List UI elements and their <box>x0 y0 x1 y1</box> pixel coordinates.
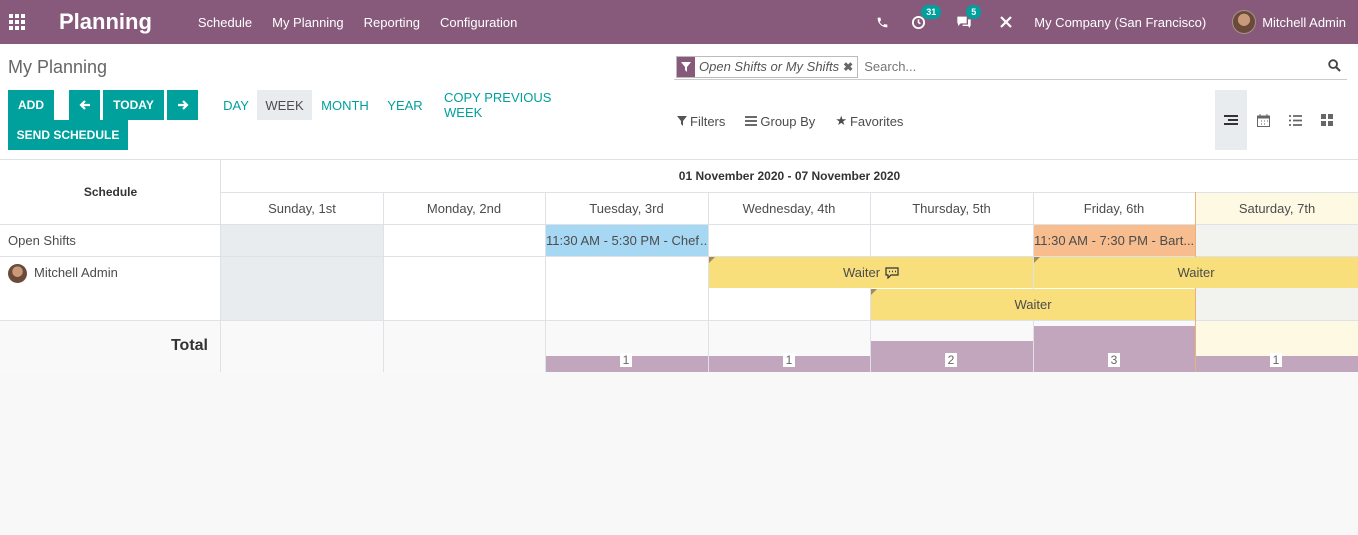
search-bar: Open Shifts or My Shifts ✖ <box>674 54 1347 80</box>
arrow-left-icon <box>78 100 90 110</box>
date-range-header: 01 November 2020 - 07 November 2020 <box>678 169 901 183</box>
company-switcher[interactable]: My Company (San Francisco) <box>1034 15 1206 30</box>
clock-icon[interactable]: 31 <box>911 4 942 30</box>
star-icon: ★ <box>835 113 847 128</box>
day-header: Tuesday, 3rd <box>589 200 664 216</box>
total-label: Total <box>170 337 208 354</box>
scale-week[interactable]: WEEK <box>257 90 312 120</box>
phone-icon[interactable] <box>876 16 889 29</box>
send-schedule-button[interactable]: SEND SCHEDULE <box>8 120 128 150</box>
close-icon[interactable] <box>1000 16 1013 28</box>
bars-icon <box>745 116 758 126</box>
search-options: Filters Group By ★ Favorites <box>677 113 923 129</box>
gantt-view-icon[interactable] <box>1215 90 1247 150</box>
day-header: Monday, 2nd <box>426 200 502 216</box>
next-button[interactable] <box>167 90 198 120</box>
avatar <box>8 264 27 283</box>
comment-icon <box>885 266 899 279</box>
shift-pill-label: Waiter <box>1014 297 1052 312</box>
activity-badge: 31 <box>921 4 942 19</box>
top-navbar: Planning Schedule My Planning Reporting … <box>0 0 1358 44</box>
scale-year[interactable]: YEAR <box>384 90 426 120</box>
day-header: Wednesday, 4th <box>742 200 836 216</box>
group-by-label: Group By <box>760 113 816 129</box>
today-button[interactable]: TODAY <box>103 90 164 120</box>
day-header: Friday, 6th <box>1083 200 1145 216</box>
schedule-header: Schedule <box>83 185 138 199</box>
app-brand[interactable]: Planning <box>59 9 152 35</box>
scale-month[interactable]: MONTH <box>318 90 372 120</box>
chat-icon[interactable]: 5 <box>956 5 982 29</box>
scale-day[interactable]: DAY <box>220 90 252 120</box>
user-menu[interactable]: Mitchell Admin <box>1232 10 1346 34</box>
favorites-label: Favorites <box>849 113 904 129</box>
apps-icon[interactable] <box>0 0 34 44</box>
menu-reporting[interactable]: Reporting <box>364 15 420 30</box>
kanban-view-icon[interactable] <box>1311 90 1343 150</box>
filter-icon <box>677 56 695 77</box>
add-button[interactable]: ADD <box>8 90 54 120</box>
shift-pill-chef[interactable]: 11:30 AM - 5:30 PM - Chef... <box>546 225 708 256</box>
shift-pill-label: Waiter <box>1177 265 1215 280</box>
shift-pill-waiter[interactable]: Waiter <box>709 257 1033 288</box>
total-count: 1 <box>620 353 632 367</box>
list-view-icon[interactable] <box>1279 90 1311 150</box>
day-header: Saturday, 7th <box>1238 200 1316 216</box>
shift-pill-label: 11:30 AM - 5:30 PM - Chef <box>546 233 699 248</box>
favorites-toggle[interactable]: ★ Favorites <box>835 113 903 129</box>
shift-pill-waiter[interactable]: Waiter <box>871 289 1195 320</box>
total-count: 1 <box>783 353 795 367</box>
message-badge: 5 <box>966 5 982 19</box>
shift-pill-bartender[interactable]: 11:30 AM - 7:30 PM - Bart... <box>1034 225 1195 256</box>
avatar <box>1232 10 1257 34</box>
shift-pill-label: 11:30 AM - 7:30 PM - Bart <box>1034 233 1184 248</box>
menu-schedule[interactable]: Schedule <box>198 15 252 30</box>
shift-pill-waiter[interactable]: Waiter <box>1034 257 1358 288</box>
search-facet: Open Shifts or My Shifts ✖ <box>676 55 859 78</box>
search-input[interactable] <box>864 59 1328 74</box>
shift-pill-label: Waiter <box>842 265 881 280</box>
group-by-toggle[interactable]: Group By <box>745 113 815 129</box>
previous-button[interactable] <box>69 90 100 120</box>
day-header: Sunday, 1st <box>268 200 336 216</box>
remove-facet-icon[interactable]: ✖ <box>843 60 857 74</box>
search-icon[interactable] <box>1328 58 1341 75</box>
filters-label: Filters <box>690 113 726 129</box>
view-switcher <box>1215 90 1343 150</box>
row-label-mitchell-admin[interactable]: Mitchell Admin <box>34 256 118 288</box>
arrow-right-icon <box>177 100 189 110</box>
control-panel: My Planning ADD TODAY SEND SCHEDULE DAY … <box>0 44 1358 160</box>
filters-toggle[interactable]: Filters <box>677 113 725 129</box>
facet-label: Open Shifts or My Shifts <box>699 59 840 74</box>
total-count: 2 <box>945 353 957 367</box>
calendar-view-icon[interactable] <box>1247 90 1279 150</box>
filter-icon <box>677 116 687 126</box>
menu-my-planning[interactable]: My Planning <box>272 15 344 30</box>
total-count: 1 <box>1270 353 1282 367</box>
user-name: Mitchell Admin <box>1262 14 1346 30</box>
day-header: Thursday, 5th <box>912 200 991 216</box>
copy-previous-week-button[interactable]: COPY PREVIOUS WEEK <box>444 90 586 120</box>
total-count: 3 <box>1108 353 1120 367</box>
menu-configuration[interactable]: Configuration <box>440 15 517 30</box>
gantt-view: Schedule 01 November 2020 - 07 November … <box>0 160 1358 372</box>
row-label-open-shifts[interactable]: Open Shifts <box>8 224 76 256</box>
breadcrumb: My Planning <box>8 57 108 77</box>
